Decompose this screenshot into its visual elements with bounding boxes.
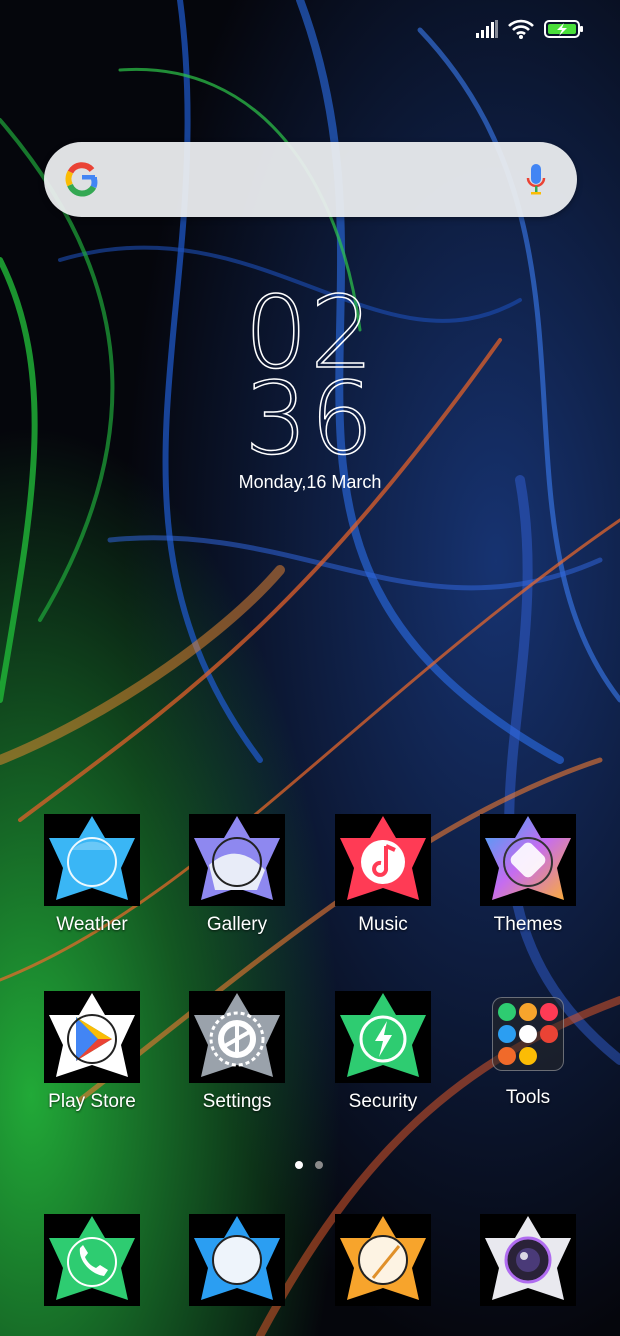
mic-icon[interactable] <box>525 162 547 198</box>
folder-app-icon <box>540 1025 559 1043</box>
security-icon <box>335 991 431 1083</box>
app-label: Weather <box>56 914 128 935</box>
dock-notes[interactable] <box>323 1210 443 1310</box>
themes-icon <box>480 814 576 906</box>
app-label: Music <box>358 914 408 935</box>
page-dot-active[interactable] <box>295 1161 303 1169</box>
messages-icon <box>189 1214 285 1306</box>
page-indicator[interactable] <box>295 1161 323 1169</box>
app-themes[interactable]: Themes <box>468 810 588 936</box>
folder-app-icon <box>497 1003 516 1021</box>
tools-folder-icon <box>492 997 564 1071</box>
dock-phone[interactable] <box>32 1210 152 1310</box>
folder-app-icon <box>518 1047 537 1065</box>
folder-app-icon <box>518 1025 537 1043</box>
folder-app-icon <box>540 1003 559 1021</box>
app-label: Settings <box>202 1091 272 1112</box>
clock-date: Monday,16 March <box>238 472 382 492</box>
battery-charging-icon <box>544 20 583 38</box>
clock-minute: 36 <box>244 360 376 477</box>
app-label: Gallery <box>206 914 268 935</box>
camera-icon <box>480 1214 576 1306</box>
app-settings[interactable]: Settings <box>177 987 297 1113</box>
wifi-icon <box>508 19 534 39</box>
app-play-store[interactable]: Play Store <box>32 987 152 1113</box>
google-logo-icon <box>65 162 98 197</box>
folder-app-icon <box>497 1025 516 1043</box>
app-label: Tools <box>505 1087 551 1108</box>
folder-tools[interactable]: Tools <box>468 987 588 1109</box>
app-label: Themes <box>493 914 563 935</box>
app-label: Play Store <box>48 1091 136 1112</box>
app-weather[interactable]: Weather <box>32 810 152 936</box>
weather-icon <box>44 814 140 906</box>
settings-icon <box>189 991 285 1083</box>
dock-camera[interactable] <box>468 1210 588 1310</box>
phone-icon <box>44 1214 140 1306</box>
signal-icon <box>476 20 498 38</box>
google-search-bar[interactable] <box>44 142 577 217</box>
page-dot[interactable] <box>315 1161 323 1169</box>
play-store-icon <box>44 991 140 1083</box>
notes-icon <box>335 1214 431 1306</box>
app-label: Security <box>348 1091 418 1112</box>
dock-messages[interactable] <box>177 1210 297 1310</box>
app-gallery[interactable]: Gallery <box>177 810 297 936</box>
folder-app-icon <box>497 1047 516 1065</box>
folder-app-icon <box>518 1003 537 1021</box>
app-music[interactable]: Music <box>323 810 443 936</box>
music-icon <box>335 814 431 906</box>
app-security[interactable]: Security <box>323 987 443 1113</box>
gallery-icon <box>189 814 285 906</box>
status-bar <box>476 14 584 44</box>
